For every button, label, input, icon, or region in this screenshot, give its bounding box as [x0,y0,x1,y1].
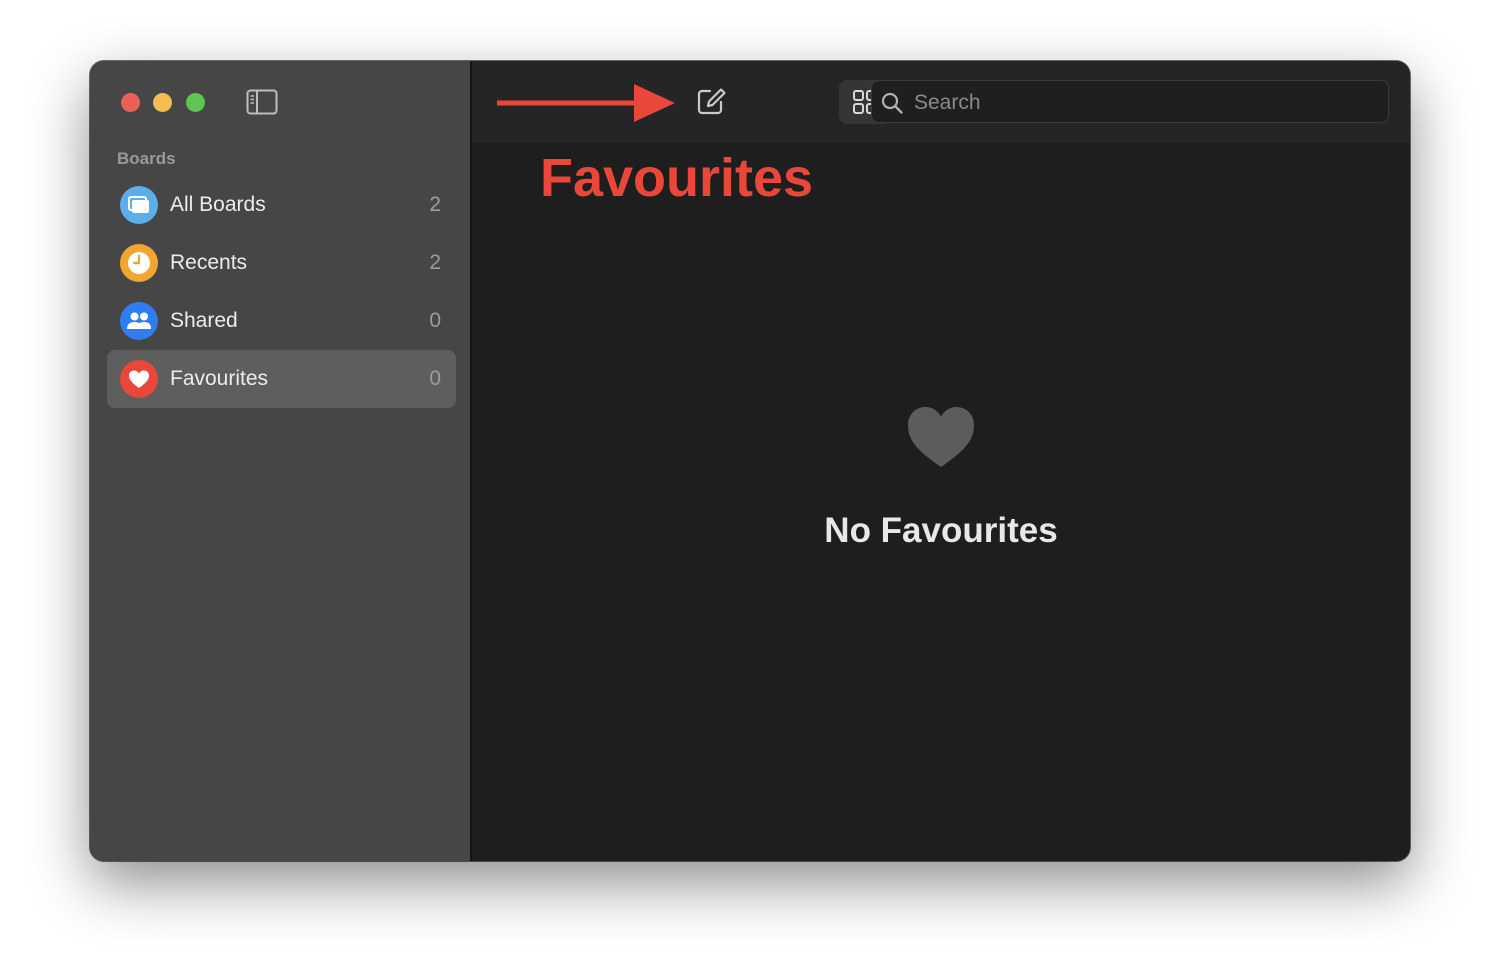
sidebar-item-count: 0 [429,309,441,332]
annotation-title: Favourites [540,148,814,208]
zoom-button[interactable] [186,93,205,112]
people-icon [120,302,158,340]
sidebar-item-count: 0 [429,367,441,390]
sidebar: Boards All Boards 2 Recents 2 Shared 0 F… [90,61,472,861]
sidebar-item-recents[interactable]: Recents 2 [107,234,456,292]
sidebar-item-label: Favourites [170,367,269,390]
sidebar-item-label: Recents [170,251,248,274]
heart-icon [120,360,158,398]
heart-icon [906,405,976,469]
toolbar [472,61,1410,143]
sidebar-item-favourites[interactable]: Favourites 0 [107,350,456,408]
sidebar-item-count: 2 [429,251,441,274]
main-content: Favourites No Favourites [472,61,1410,861]
search-field[interactable] [871,80,1389,124]
boards-icon [120,186,158,224]
close-button[interactable] [121,93,140,112]
sidebar-item-label: All Boards [170,193,266,216]
sidebar-item-all-boards[interactable]: All Boards 2 [107,176,456,234]
sidebar-toggle-icon[interactable] [246,89,278,115]
empty-state-title: No Favourites [824,511,1058,550]
annotation-arrow-icon [497,83,677,123]
sidebar-item-shared[interactable]: Shared 0 [107,292,456,350]
sidebar-item-count: 2 [429,193,441,216]
sidebar-item-label: Shared [170,309,238,332]
search-input[interactable] [912,81,1376,124]
clock-icon [120,244,158,282]
search-icon [881,92,903,114]
app-window: Boards All Boards 2 Recents 2 Shared 0 F… [90,61,1410,861]
compose-icon [697,88,726,115]
minimize-button[interactable] [153,93,172,112]
new-board-button[interactable] [686,80,738,124]
sidebar-section-label: Boards [117,149,176,168]
